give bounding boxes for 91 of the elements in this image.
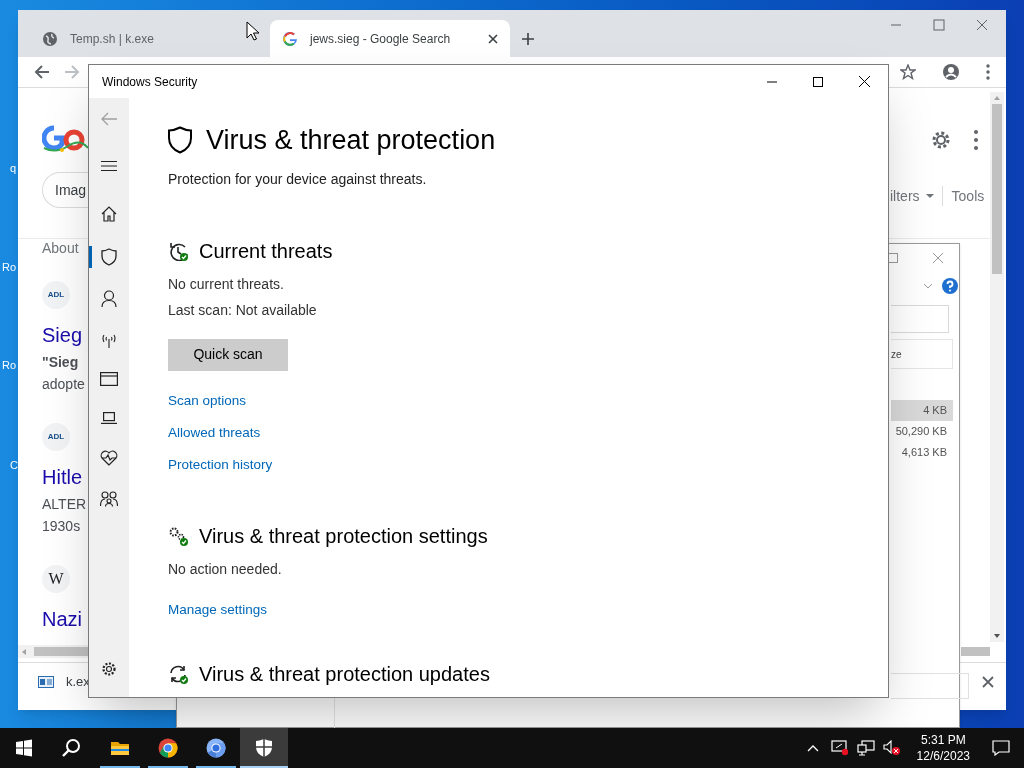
result-snippet: "Sieg — [42, 353, 79, 371]
page-subtitle: Protection for your device against threats. — [168, 169, 427, 189]
app-window-icon — [100, 372, 118, 386]
link[interactable]: Allowed threats — [168, 422, 261, 443]
heart-icon — [100, 450, 118, 466]
shield-icon — [254, 738, 274, 758]
section-heading: Virus & threat protection settings — [199, 524, 488, 550]
scroll-up-icon — [994, 96, 1000, 100]
laptop-icon — [101, 412, 117, 424]
menu-icon — [101, 160, 117, 172]
people-icon — [100, 491, 118, 507]
person-icon — [101, 290, 117, 308]
site-favicon: ADL — [42, 423, 70, 451]
column-header[interactable]: ze — [891, 339, 953, 369]
settings-icon — [101, 661, 117, 677]
refresh-check-icon — [168, 663, 188, 684]
filters-button[interactable]: ilters — [890, 185, 942, 207]
result-title-link[interactable]: Sieg — [42, 323, 83, 347]
new-tab-icon[interactable] — [522, 32, 534, 45]
vertical-scrollbar[interactable] — [990, 92, 1004, 642]
shield-icon — [168, 126, 192, 155]
profile-icon[interactable] — [942, 63, 960, 81]
address-field[interactable] — [891, 305, 949, 333]
scroll-down-icon — [994, 634, 1000, 638]
back-icon[interactable] — [34, 64, 50, 80]
globe-icon — [42, 30, 58, 47]
tools-button[interactable]: Tools — [951, 185, 985, 207]
desktop-icon-label: C — [10, 458, 18, 473]
site-favicon: W — [42, 565, 70, 593]
clock[interactable]: 5:31 PM 12/6/2023 — [908, 732, 978, 764]
link[interactable]: Protection history — [168, 455, 273, 476]
desktop-icon-label: q — [10, 161, 17, 176]
result-stats: About — [42, 239, 79, 258]
horizontal-scrollbar-track — [961, 647, 990, 656]
back-icon — [100, 112, 118, 126]
menu-icon[interactable] — [986, 64, 990, 80]
caret-icon — [925, 194, 934, 198]
chrome-icon — [158, 738, 178, 758]
browser-tab[interactable]: Temp.sh | k.exe — [30, 20, 270, 57]
help-icon[interactable] — [942, 278, 958, 294]
network-icon[interactable] — [856, 740, 875, 756]
quick-scan-button[interactable]: Quick scan — [168, 338, 288, 371]
cursor-icon — [246, 21, 260, 41]
shield-icon — [101, 248, 117, 266]
page-heading: Virus & threat protection — [206, 124, 496, 157]
gears-check-icon — [168, 526, 188, 547]
file-size-cell[interactable]: 50,290 KB — [891, 421, 953, 442]
search-icon — [62, 738, 82, 758]
start-icon — [14, 738, 34, 758]
browser-tab[interactable]: jews.sieg - Google Search — [270, 20, 510, 57]
antenna-icon — [101, 334, 117, 348]
file-size-cell[interactable]: 4,613 KB — [891, 442, 953, 463]
close-icon[interactable] — [982, 675, 994, 688]
status-text: No action needed. — [168, 560, 282, 580]
star-icon[interactable] — [900, 64, 916, 80]
clock-check-icon — [168, 240, 188, 261]
chevron-up-icon[interactable] — [806, 744, 819, 752]
result-snippet: ALTER — [42, 495, 87, 513]
file-size-cell[interactable]: 4 KB — [891, 400, 953, 421]
desktop-icon-label: Ro — [2, 358, 17, 373]
google-icon — [282, 30, 298, 47]
link[interactable]: Scan options — [168, 390, 247, 411]
result-snippet: 1930s — [42, 517, 81, 535]
home-icon — [101, 206, 117, 222]
monitor-alert-icon[interactable] — [830, 740, 849, 756]
speaker-muted-icon[interactable] — [882, 740, 901, 756]
result-title-link[interactable]: Hitle — [42, 465, 82, 489]
notification-icon[interactable] — [992, 740, 1010, 756]
desktop-icon-label: Ro — [2, 260, 17, 275]
scrollbar-thumb[interactable] — [992, 104, 1002, 274]
window-title: Windows Security — [102, 73, 199, 91]
horizontal-scrollbar[interactable] — [18, 645, 88, 658]
file-icon — [38, 675, 54, 688]
result-snippet: adopte — [42, 375, 85, 393]
link[interactable]: Manage settings — [168, 600, 268, 621]
settings-icon[interactable] — [930, 129, 952, 151]
taskbar-button[interactable] — [240, 728, 288, 768]
scrollbar-thumb[interactable] — [34, 647, 88, 656]
text-field[interactable] — [891, 673, 969, 699]
section-heading: Current threats — [199, 238, 333, 264]
close-icon — [488, 33, 498, 44]
status-text: Last scan: Not available — [168, 300, 317, 320]
close-icon[interactable] — [859, 76, 870, 87]
section-heading: Virus & threat protection updates — [199, 661, 490, 687]
scroll-left-icon — [22, 648, 26, 655]
result-title-link[interactable]: Nazi — [42, 607, 82, 631]
chromium-icon — [206, 738, 226, 758]
maximize-icon[interactable] — [813, 76, 823, 87]
chevron-icon[interactable] — [924, 284, 932, 289]
site-favicon: ADL — [42, 281, 70, 309]
status-text: No current threats. — [168, 274, 284, 294]
